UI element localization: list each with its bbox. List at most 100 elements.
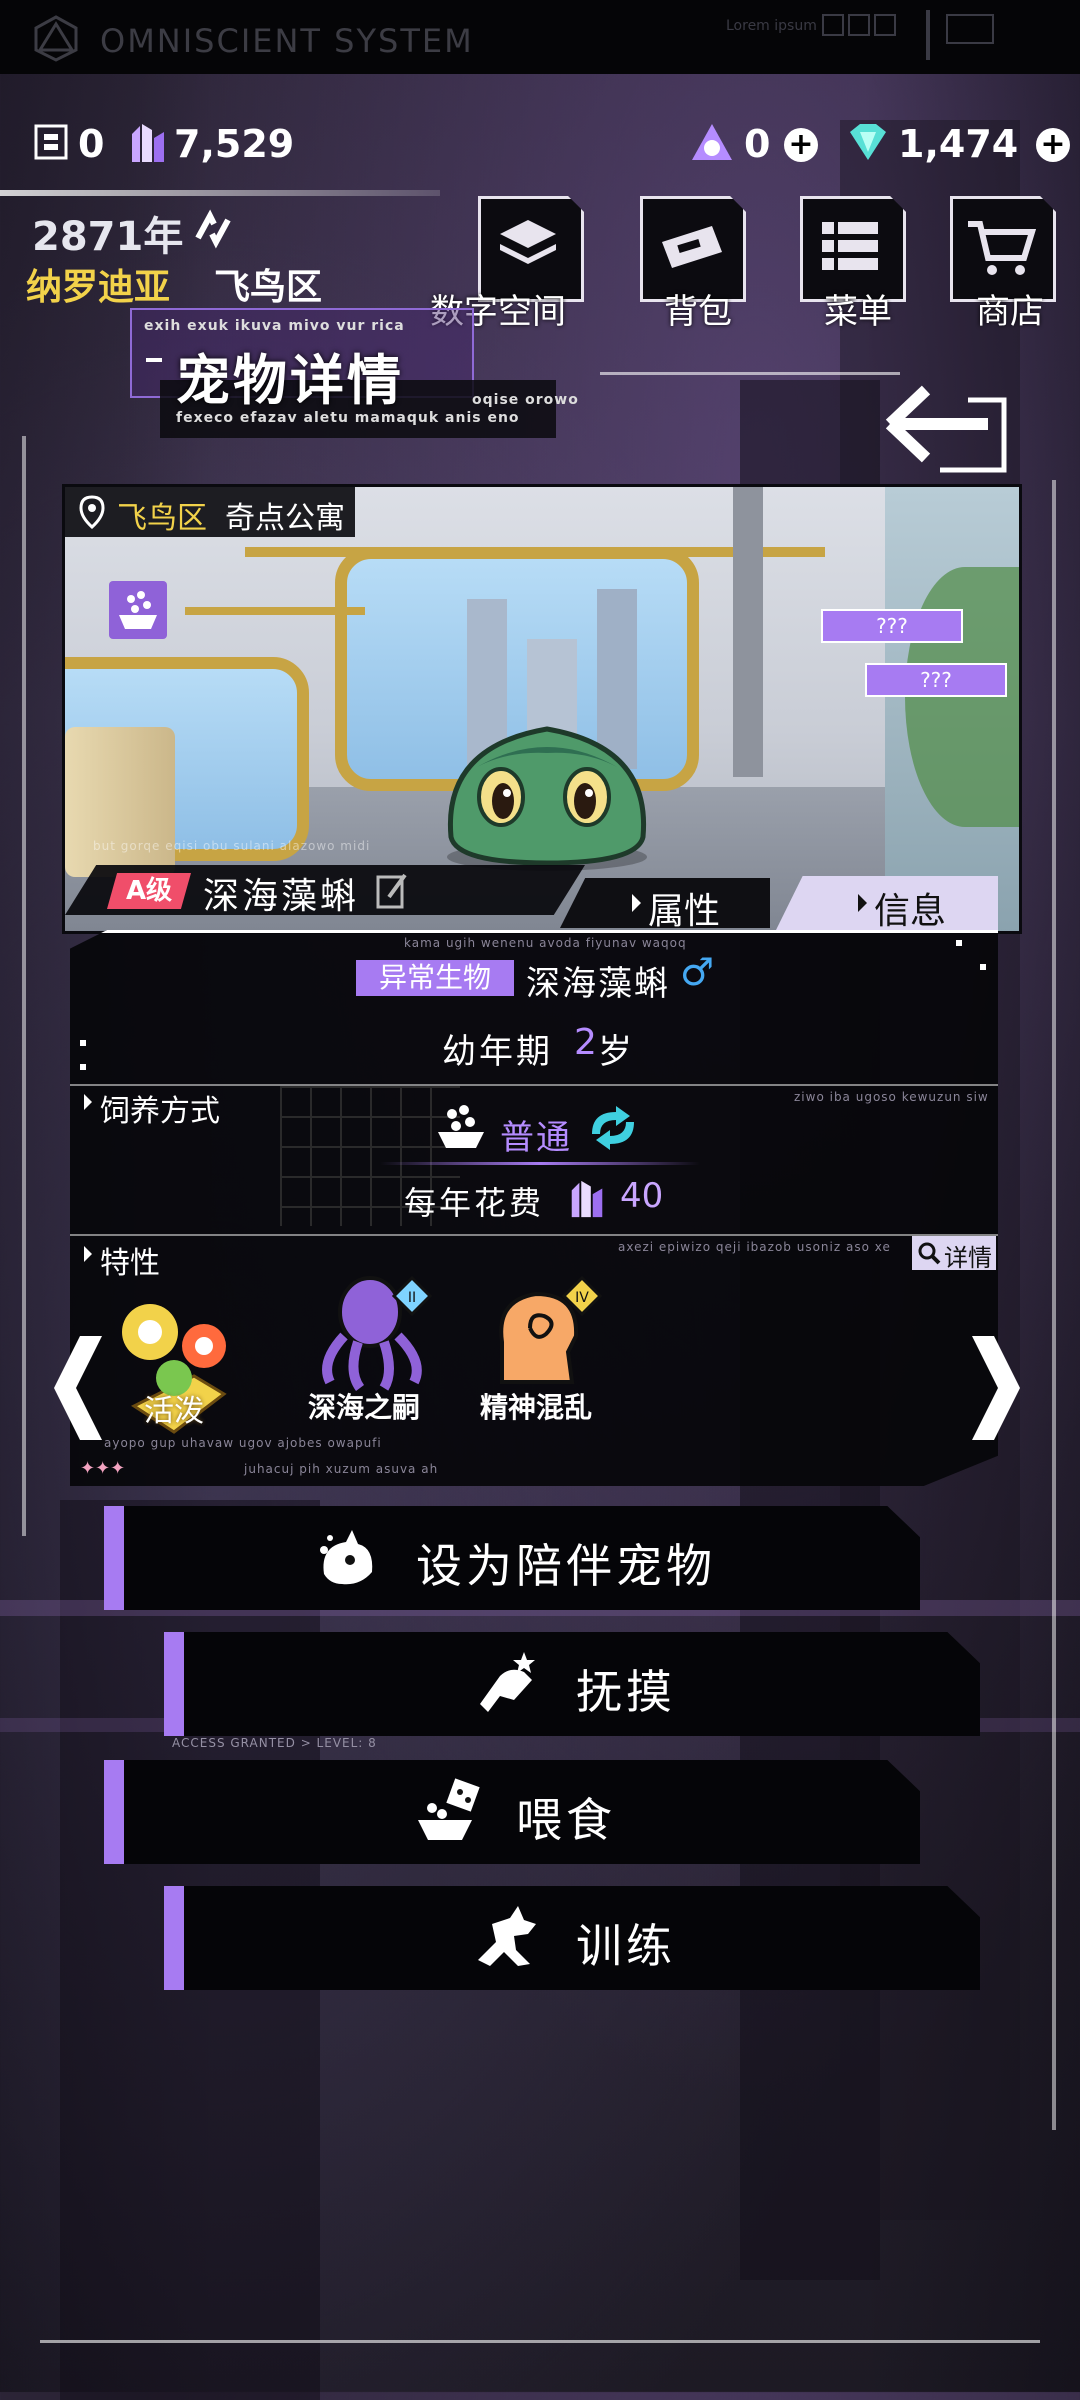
back-button[interactable] bbox=[880, 380, 1010, 476]
dot bbox=[956, 940, 962, 946]
set-companion-button[interactable]: 设为陪伴宠物 bbox=[104, 1506, 920, 1610]
canister bbox=[65, 727, 175, 877]
magnifier-icon bbox=[918, 1242, 941, 1265]
scene-place: 奇点公寓 bbox=[225, 501, 345, 536]
tab-attributes-label: 属性 bbox=[648, 891, 721, 932]
pet-slime bbox=[447, 726, 647, 871]
petting-hand-icon bbox=[480, 1652, 535, 1712]
pet-label: 抚摸 bbox=[576, 1665, 676, 1719]
feed-button[interactable]: 喂食 bbox=[104, 1760, 920, 1864]
traits-detail-button[interactable]: 详情 bbox=[912, 1236, 996, 1272]
add-gems-button[interactable]: + bbox=[1036, 128, 1070, 162]
list-menu-icon bbox=[822, 222, 878, 270]
feed-bowl-icon bbox=[418, 1778, 480, 1840]
feeding-label: 饲养方式 bbox=[100, 1094, 220, 1129]
trait-name: 活泼 bbox=[144, 1394, 204, 1429]
age-number: 2 bbox=[574, 1022, 597, 1063]
food-bowl-icon bbox=[438, 1105, 484, 1148]
sparkle-icon: ✦✦✦ bbox=[80, 1458, 126, 1479]
unknown-tag-2: ??? bbox=[865, 663, 1007, 697]
traits-code: axezi epiwizo qeji ibazob usoniz aso xe bbox=[618, 1240, 891, 1254]
trait-deep-sea-heir[interactable]: II 深海之嗣 bbox=[300, 1272, 450, 1432]
shop-label: 商店 bbox=[976, 292, 1044, 332]
train-button[interactable]: 训练 bbox=[164, 1886, 980, 1990]
token-icon bbox=[692, 124, 732, 160]
gem-icon bbox=[850, 124, 886, 160]
tab-info-label: 信息 bbox=[874, 891, 947, 932]
crystals-count: 7,529 bbox=[174, 122, 295, 166]
trait-name: 深海之嗣 bbox=[308, 1391, 421, 1424]
trait-mental-chaos[interactable]: IV 精神混乱 bbox=[472, 1272, 622, 1432]
title-dash bbox=[146, 358, 162, 362]
dot bbox=[980, 964, 986, 970]
menu-button[interactable]: 菜单 bbox=[800, 196, 908, 332]
feed-label: 喂食 bbox=[516, 1793, 616, 1847]
switch-mode-icon[interactable] bbox=[586, 1104, 640, 1152]
header-code-top: exih exuk ikuva mivo vur rica bbox=[144, 318, 405, 334]
frame-right-line bbox=[1052, 480, 1056, 2130]
frame-bottom-line bbox=[40, 2340, 1040, 2343]
layers-icon bbox=[500, 220, 556, 264]
add-tokens-button[interactable]: + bbox=[784, 128, 818, 162]
traits-footer-code-2: juhacuj pih xuzum asuva ah bbox=[244, 1462, 439, 1476]
traits-detail-label: 详情 bbox=[944, 1244, 992, 1272]
dot bbox=[80, 1064, 86, 1070]
pet-name: 深海藻蝌 bbox=[203, 876, 360, 917]
divider bbox=[380, 1162, 700, 1165]
growth-stage: 幼年期 bbox=[442, 1032, 553, 1072]
button-stripe bbox=[164, 1886, 184, 1990]
svg-text:IV: IV bbox=[575, 1290, 589, 1306]
triangle-icon bbox=[84, 1094, 92, 1110]
city-name: 纳罗迪亚 bbox=[26, 267, 171, 308]
tab-attributes[interactable]: 属性 bbox=[560, 878, 770, 928]
header-code-bottom: fexeco efazav aletu mamaquk anis eno bbox=[176, 410, 520, 426]
traits-next-button[interactable] bbox=[964, 1336, 1024, 1440]
traits-prev-button[interactable] bbox=[50, 1336, 110, 1440]
divider bbox=[926, 10, 930, 60]
traits-footer-code-1: ayopo gup uhavaw ugov ajobes owapufi bbox=[104, 1436, 382, 1450]
system-bar: OMNISCIENT SYSTEM Lorem ipsum bbox=[0, 0, 1080, 74]
header-rule bbox=[0, 190, 440, 196]
pet-scene-card: 飞鸟区 奇点公寓 ??? ??? but gorqe eqisi obu sul… bbox=[62, 484, 1022, 934]
backpack-button[interactable]: 背包 bbox=[640, 196, 748, 332]
hexagon-logo-icon bbox=[34, 15, 78, 62]
edit-name-icon[interactable] bbox=[375, 871, 411, 911]
button-stripe bbox=[104, 1506, 124, 1610]
bag-icon bbox=[662, 226, 722, 268]
chips-count: 0 bbox=[78, 122, 105, 166]
tokens-count: 0 bbox=[744, 122, 771, 166]
species-tag: 异常生物 bbox=[356, 960, 514, 996]
crystal-icon bbox=[132, 124, 164, 162]
backpack-label: 背包 bbox=[664, 292, 732, 332]
scene-faint-code: but gorqe eqisi obu sulani alazowo midi bbox=[93, 839, 371, 853]
menu-label: 菜单 bbox=[824, 292, 892, 332]
feeding-mode: 普通 bbox=[500, 1118, 572, 1158]
system-lorem: Lorem ipsum bbox=[726, 18, 817, 34]
food-status-button[interactable] bbox=[109, 581, 167, 639]
back-arrow-icon bbox=[885, 385, 1007, 473]
tab-info[interactable]: 信息 bbox=[776, 876, 998, 930]
feeding-code: ziwo iba ugoso kewuzun siw bbox=[794, 1090, 989, 1104]
cart-icon bbox=[968, 221, 1036, 275]
access-code: ACCESS GRANTED > LEVEL: 8 bbox=[172, 1736, 377, 1750]
trait-lively[interactable]: 活泼 bbox=[104, 1286, 244, 1436]
refresh-icon bbox=[195, 209, 231, 249]
shop-button[interactable]: 商店 bbox=[950, 196, 1058, 332]
dot bbox=[80, 1040, 86, 1046]
digital-space-button[interactable]: 数字空间 bbox=[430, 196, 586, 332]
set-companion-label: 设为陪伴宠物 bbox=[416, 1539, 716, 1593]
system-title: OMNISCIENT SYSTEM bbox=[100, 22, 474, 60]
greenhouse bbox=[885, 487, 1019, 931]
button-stripe bbox=[164, 1632, 184, 1736]
page-title: 宠物详情 bbox=[176, 349, 404, 412]
triangle-icon bbox=[858, 894, 867, 912]
age-unit: 岁 bbox=[598, 1032, 632, 1072]
food-bowl-icon bbox=[119, 591, 157, 629]
scene-district: 飞鸟区 bbox=[117, 501, 207, 536]
rank-badge: A级 bbox=[107, 873, 191, 909]
window-box-icon bbox=[822, 14, 844, 36]
button-stripe bbox=[104, 1760, 124, 1864]
window-box-icon bbox=[848, 14, 870, 36]
chip-icon bbox=[34, 124, 68, 160]
pet-button[interactable]: 抚摸 bbox=[164, 1632, 980, 1736]
